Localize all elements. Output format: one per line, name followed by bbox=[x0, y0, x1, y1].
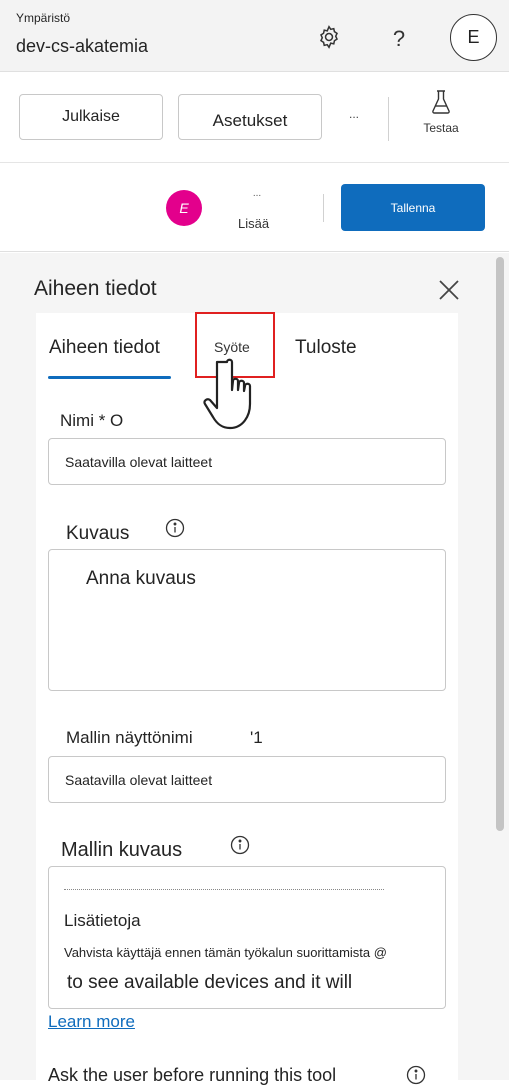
model-description-textarea[interactable]: Lisätietoja Vahvista käyttäjä ennen tämä… bbox=[48, 866, 446, 1009]
collaborator-avatar[interactable]: E bbox=[166, 190, 202, 226]
question-mark-icon: ? bbox=[392, 26, 406, 51]
model-display-name-input[interactable]: Saatavilla olevat laitteet bbox=[48, 756, 446, 803]
save-button[interactable]: Tallenna bbox=[341, 184, 485, 231]
description-label: Kuvaus bbox=[66, 523, 130, 544]
model-description-info-icon[interactable] bbox=[230, 835, 250, 855]
flask-icon bbox=[432, 90, 450, 114]
more-dots-icon[interactable]: ... bbox=[246, 188, 268, 199]
model-display-name-suffix: '1 bbox=[250, 728, 263, 747]
model-description-label: Mallin kuvaus bbox=[61, 839, 183, 861]
more-label[interactable]: Lisää bbox=[238, 216, 269, 231]
gear-icon bbox=[320, 25, 338, 49]
description-placeholder: Anna kuvaus bbox=[86, 568, 196, 589]
tab-output[interactable]: Tuloste bbox=[295, 337, 357, 359]
toolbar-divider bbox=[388, 97, 389, 141]
help-button[interactable]: ? bbox=[384, 22, 414, 56]
environment-label: Ympäristö bbox=[16, 11, 71, 25]
hand-pointer-cursor-icon bbox=[203, 358, 252, 430]
user-initial: E bbox=[467, 27, 480, 47]
model-description-line-1: Lisätietoja bbox=[64, 911, 141, 930]
model-display-name-label: Mallin näyttönimi bbox=[66, 728, 193, 747]
description-info-icon[interactable] bbox=[165, 518, 185, 538]
model-description-line-3: to see available devices and it will bbox=[67, 972, 353, 993]
environment-name[interactable]: dev-cs-akatemia bbox=[16, 36, 148, 57]
panel-title: Aiheen tiedot bbox=[34, 277, 157, 300]
ask-user-label: Ask the user before running this tool bbox=[48, 1065, 337, 1085]
toolbar-more-button[interactable]: ... bbox=[340, 107, 368, 123]
selected-tab-indicator bbox=[48, 376, 171, 379]
tab-topic-details[interactable]: Aiheen tiedot bbox=[49, 337, 160, 359]
top-bar: Ympäristö dev-cs-akatemia ? E bbox=[0, 0, 509, 72]
model-description-line-2: Vahvista käyttäjä ennen tämän työkalun s… bbox=[64, 945, 387, 960]
action-bar: E ... Lisää Tallenna bbox=[0, 164, 509, 252]
description-textarea[interactable]: Anna kuvaus bbox=[48, 549, 446, 691]
command-toolbar: Julkaise Asetukset ... Testaa bbox=[0, 73, 509, 163]
test-label: Testaa bbox=[423, 121, 459, 135]
learn-more-link[interactable]: Learn more bbox=[48, 1012, 135, 1032]
settings-gear-button[interactable] bbox=[312, 20, 346, 54]
test-button[interactable]: Testaa bbox=[414, 89, 468, 145]
settings-button[interactable]: Asetukset bbox=[178, 94, 322, 140]
name-label: Nimi * O bbox=[60, 411, 124, 430]
ask-user-info-icon[interactable] bbox=[406, 1065, 426, 1085]
truncated-text-line bbox=[64, 889, 384, 890]
close-button[interactable] bbox=[436, 277, 462, 303]
action-divider bbox=[323, 194, 324, 222]
user-avatar[interactable]: E bbox=[450, 14, 497, 61]
name-input[interactable]: Saatavilla olevat laitteet bbox=[48, 438, 446, 485]
panel-scrollbar[interactable] bbox=[496, 257, 504, 831]
publish-button[interactable]: Julkaise bbox=[19, 94, 163, 140]
close-icon bbox=[439, 280, 459, 300]
